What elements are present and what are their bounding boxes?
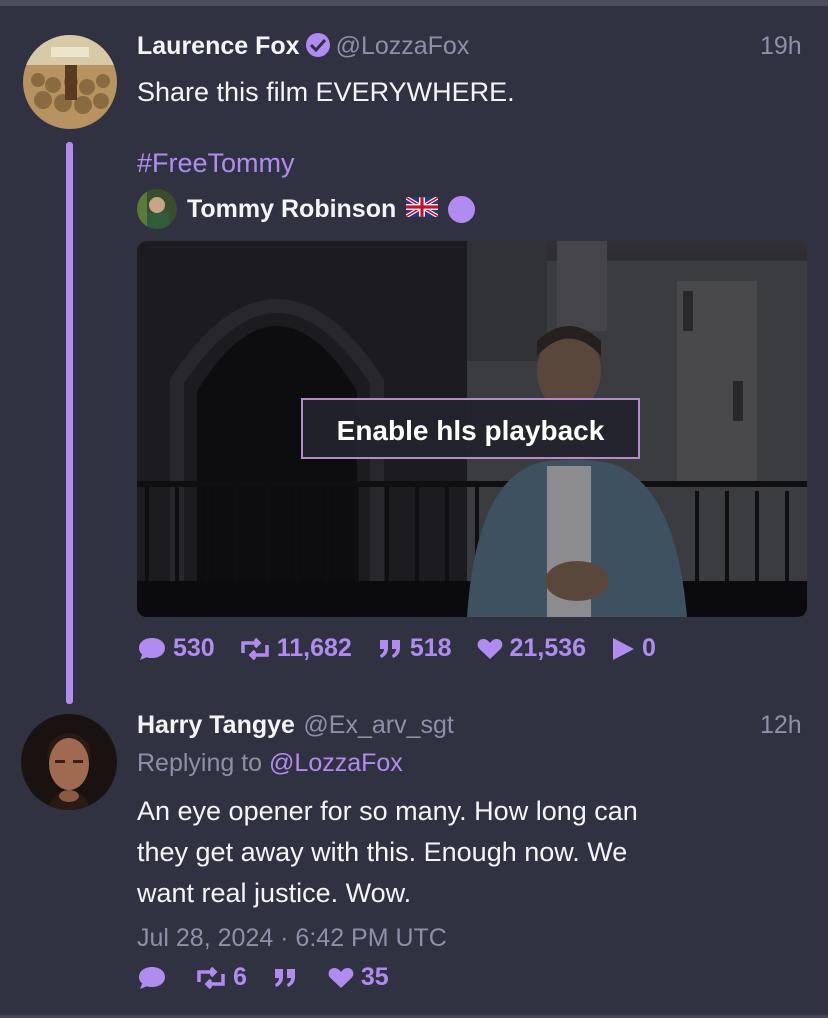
quote-stat[interactable] <box>271 967 305 989</box>
reply-text-line: they get away with this. Enough now. We <box>137 837 628 867</box>
post2-stats: 6 35 <box>137 963 413 992</box>
top-divider <box>0 0 828 6</box>
author-handle[interactable]: @Ex_arv_sgt <box>303 711 453 739</box>
post-text: Share this film EVERYWHERE. <box>137 77 515 107</box>
quote-stat[interactable]: 518 <box>376 634 452 663</box>
video-player[interactable]: Enable hls playback <box>137 241 807 617</box>
verified-badge-icon <box>305 33 330 57</box>
reply-text: An eye opener for so many. How long can … <box>137 791 638 914</box>
heart-icon <box>328 967 354 988</box>
reply-text-line: want real justice. Wow. <box>137 878 412 908</box>
tommy-robinson-avatar[interactable] <box>137 189 177 229</box>
quote-count: 518 <box>409 634 452 662</box>
reply-icon <box>139 637 165 660</box>
post-time[interactable]: 19h <box>760 32 802 61</box>
retweet-icon <box>197 966 225 989</box>
uk-flag-icon <box>405 195 440 222</box>
laurence-fox-avatar[interactable] <box>23 35 117 129</box>
author-name[interactable]: Laurence Fox <box>137 32 300 60</box>
like-stat[interactable]: 35 <box>327 963 389 992</box>
like-count: 35 <box>360 963 389 991</box>
reply-stat[interactable]: 530 <box>137 634 215 663</box>
harry-tangye-avatar[interactable] <box>21 714 117 810</box>
replying-to-link[interactable]: @LozzaFox <box>269 749 403 777</box>
reply-text-line: An eye opener for so many. How long can <box>137 796 638 826</box>
play-stat[interactable]: 0 <box>610 634 656 663</box>
quote-icon <box>379 639 400 658</box>
retweet-count: 11,682 <box>276 634 352 662</box>
reply-icon <box>139 966 165 989</box>
hashtag-link[interactable]: #FreeTommy <box>137 143 295 184</box>
retweet-count: 6 <box>233 963 247 991</box>
retweet-stat[interactable]: 6 <box>195 963 247 992</box>
play-count: 0 <box>642 634 656 662</box>
quoted-author[interactable]: Tommy Robinson <box>137 189 476 229</box>
retweet-stat[interactable]: 11,682 <box>239 634 352 663</box>
thread-line <box>66 142 73 704</box>
like-count: 21,536 <box>509 634 586 662</box>
play-icon <box>613 637 634 660</box>
post-time[interactable]: 12h <box>760 711 802 740</box>
reply-count: 530 <box>173 634 215 662</box>
verified-badge-icon <box>448 195 476 223</box>
author-name[interactable]: Harry Tangye <box>137 711 295 739</box>
reply-stat[interactable] <box>137 965 173 991</box>
heart-icon <box>477 638 502 659</box>
like-stat[interactable]: 21,536 <box>476 634 586 663</box>
quote-icon <box>274 968 295 987</box>
post1-stats: 530 11,682 518 21,536 0 <box>137 634 680 663</box>
author-handle[interactable]: @LozzaFox <box>336 32 470 60</box>
post-timestamp[interactable]: Jul 28, 2024 · 6:42 PM UTC <box>137 924 447 953</box>
enable-hls-playback-button[interactable]: Enable hls playback <box>301 398 640 459</box>
retweet-icon <box>240 637 269 660</box>
replying-to-label: Replying to <box>137 749 263 777</box>
quoted-author-name[interactable]: Tommy Robinson <box>187 195 396 224</box>
